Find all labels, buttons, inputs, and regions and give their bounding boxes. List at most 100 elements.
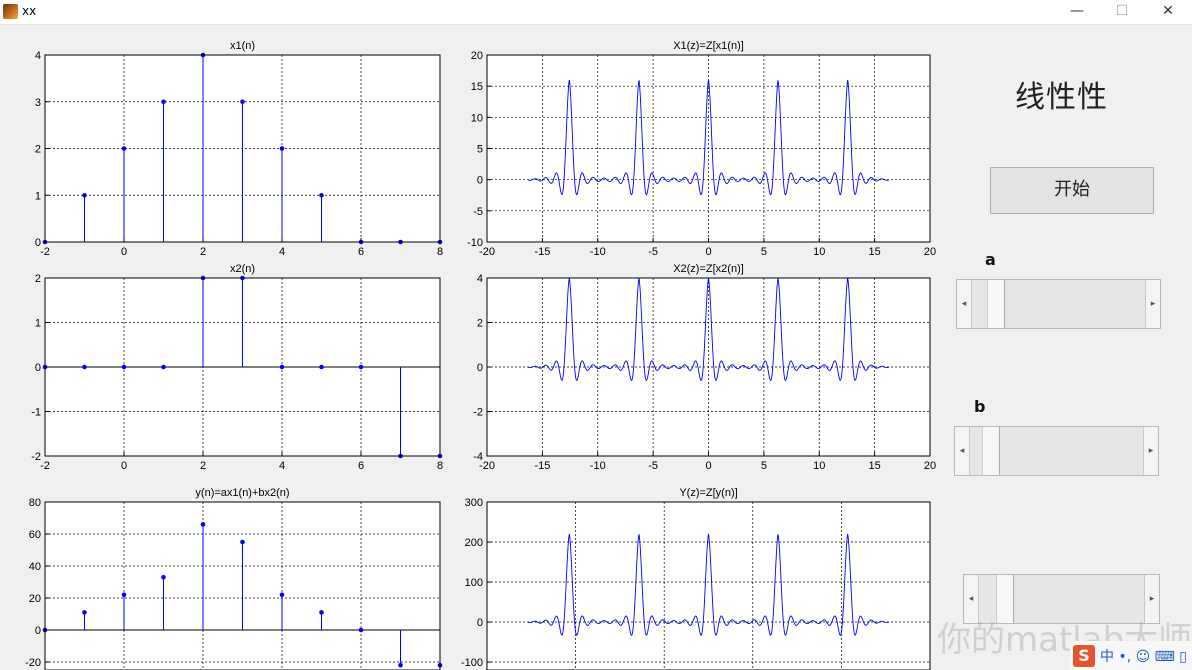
chart-Y: -100 0 100 200 300 Y(z)=Z[y(n)]: [460, 478, 950, 670]
x2-stem-marker: [82, 364, 87, 370]
X1-ytick-label: -10: [467, 237, 483, 249]
matlab-icon: [3, 4, 18, 19]
y-stem-marker: [161, 574, 166, 580]
window-title: xx: [22, 4, 37, 18]
X2-ytick-label: 2: [477, 318, 483, 330]
X2-xtick-label: 15: [869, 460, 881, 472]
x2-ytick-label: 1: [35, 318, 41, 330]
x2-stem-marker: [358, 364, 364, 370]
slider-a[interactable]: ◂ ▸: [956, 279, 1161, 329]
y-stem-marker: [121, 592, 127, 598]
X2-title: X2(z)=Z[x2(n)]: [673, 263, 744, 275]
Y-ytick-label: -100: [461, 657, 483, 669]
X2-ytick-label: 0: [477, 362, 483, 374]
slider-b-right-arrow-icon[interactable]: ▸: [1143, 427, 1158, 475]
slider-b[interactable]: ◂ ▸: [954, 426, 1159, 476]
chart-x2-svg: -2 0 2 4 6 8 -2 -1 0 1 2 x2(n): [31, 263, 443, 472]
slider-b-thumb[interactable]: [981, 427, 1000, 475]
y-stem-marker: [319, 610, 324, 615]
chart-X2-svg: -20 -15 -10 -5 0 5 10 15 20-4-2024X2(z)=Z[x2(n)]: [473, 263, 936, 472]
panel-title: 线性性: [1015, 80, 1108, 115]
x1-ytick-label: 1: [35, 190, 41, 202]
window-titlebar: xx — ☐ ✕: [0, 0, 1192, 25]
X2-xtick-label: 20: [924, 460, 936, 472]
X1-ytick-label: 20: [471, 50, 483, 62]
Y-ytick-label: 100: [465, 577, 483, 589]
chart-Y-svg: -100 0 100 200 300 Y(z)=Z[y(n)]: [461, 487, 931, 670]
chart-X1-svg: -20 -15 -10 -5 0 5 10 15 20-10-505101520X1(z)=Z[…: [467, 40, 936, 258]
y-stem-marker: [358, 627, 364, 633]
x2-xtick-label: -2: [40, 460, 50, 472]
Y-ytick-label: 300: [465, 497, 483, 509]
X1-title: X1(z)=Z[x1(n)]: [673, 40, 744, 52]
sogou-logo-icon[interactable]: S: [1073, 645, 1095, 667]
slider-a-right-arrow-icon[interactable]: ▸: [1145, 280, 1160, 328]
x1-ytick-label: 0: [35, 237, 41, 249]
slider-a-left-arrow-icon[interactable]: ◂: [957, 280, 972, 328]
X1-ytick-label: 10: [471, 112, 483, 124]
X1-ytick-label: 15: [471, 81, 483, 93]
X2-xtick-label: -10: [590, 460, 606, 472]
X2-ytick-label: -2: [473, 407, 483, 419]
x2-xtick-label: 4: [279, 460, 285, 472]
x2-stem-marker: [121, 364, 127, 370]
x2-xtick-label: 2: [200, 460, 206, 472]
Y-plot-area: [487, 502, 930, 670]
y-stem-marker: [240, 539, 245, 545]
x1-ytick-label: 4: [35, 50, 41, 62]
x1-stem-marker: [161, 99, 166, 105]
chart-y: -20 0 20 40 60 80 y(n)=ax1(n)+bx2(n): [0, 478, 460, 670]
y-stem-marker: [82, 610, 87, 615]
x1-ytick-label: 2: [35, 144, 41, 156]
slider-a-thumb[interactable]: [986, 280, 1005, 328]
slider-a-label: a: [985, 250, 996, 269]
x2-stem-marker: [161, 364, 166, 370]
y-ytick-label: 80: [29, 497, 41, 509]
x1-stem-marker: [279, 146, 285, 151]
X2-ytick-label: -4: [473, 451, 483, 463]
y-stem-marker: [279, 592, 285, 598]
minimize-button[interactable]: —: [1054, 0, 1100, 24]
Y-ytick-label: 200: [465, 537, 483, 549]
x1-stem-marker: [82, 192, 87, 198]
y-stem-marker: [200, 522, 206, 527]
chart-x2: -2 0 2 4 6 8 -2 -1 0 1 2 x2(n): [0, 254, 460, 478]
x2-ytick-label: 2: [35, 273, 41, 285]
X1-ytick-label: 5: [477, 144, 483, 156]
y-ytick-label: -20: [25, 657, 41, 669]
Y-title: Y(z)=Z[y(n)]: [679, 487, 737, 499]
x2-stem-marker: [319, 364, 324, 370]
maximize-button[interactable]: ☐: [1099, 0, 1145, 24]
X2-ytick-label: 4: [477, 273, 483, 285]
ime-status-text[interactable]: 中 •, ☺ ⌨ ▯: [1100, 646, 1187, 666]
chart-X1: -20 -15 -10 -5 0 5 10 15 20 -10 -5 0 5 10 15 20 X1(z)=Z[…: [460, 28, 950, 262]
x2-ytick-label: -1: [31, 407, 41, 419]
X1-ytick-label: -5: [473, 206, 483, 218]
X1-ytick-label: 0: [477, 175, 483, 187]
chart-x1: -2 0 2 4 6 8 0 1 2 3 4 x1(n): [0, 28, 460, 262]
x2-xtick-label: 6: [358, 460, 364, 472]
start-button[interactable]: 开始: [990, 167, 1154, 214]
slider-b-label: b: [974, 397, 986, 416]
X2-xtick-label: 5: [761, 460, 767, 472]
chart-x1-svg: -2 0 2 4 6 801234x1(n): [35, 40, 443, 258]
x1-stem-marker: [121, 146, 127, 151]
X2-xtick-label: -5: [648, 460, 658, 472]
close-button[interactable]: ✕: [1145, 0, 1191, 24]
X2-xtick-label: 10: [813, 460, 825, 472]
slider-b-left-arrow-icon[interactable]: ◂: [955, 427, 970, 475]
x2-ytick-label: 0: [35, 362, 41, 374]
x1-stem-marker: [240, 99, 245, 105]
x2-ytick-label: -2: [31, 451, 41, 463]
x1-title: x1(n): [230, 40, 255, 52]
x2-stem-marker: [279, 364, 285, 370]
X2-xtick-label: -15: [534, 460, 550, 472]
y-stem-marker: [398, 662, 403, 668]
X2-xtick-label: 0: [705, 460, 711, 472]
chart-X2: -20 -15 -10 -5 0 5 10 15 20 -4 -2 0 2 4 X2(z)=Z[x2(n)]: [460, 254, 950, 478]
chart-y-svg: -20 0 20 40 60 80 y(n)=ax1(n)+bx2(n): [25, 487, 443, 670]
x2-xtick-label: 8: [437, 460, 443, 472]
x2-title: x2(n): [230, 263, 255, 275]
Y-ytick-label: 0: [477, 617, 483, 629]
ime-tray: S 中 •, ☺ ⌨ ▯: [1070, 641, 1192, 670]
